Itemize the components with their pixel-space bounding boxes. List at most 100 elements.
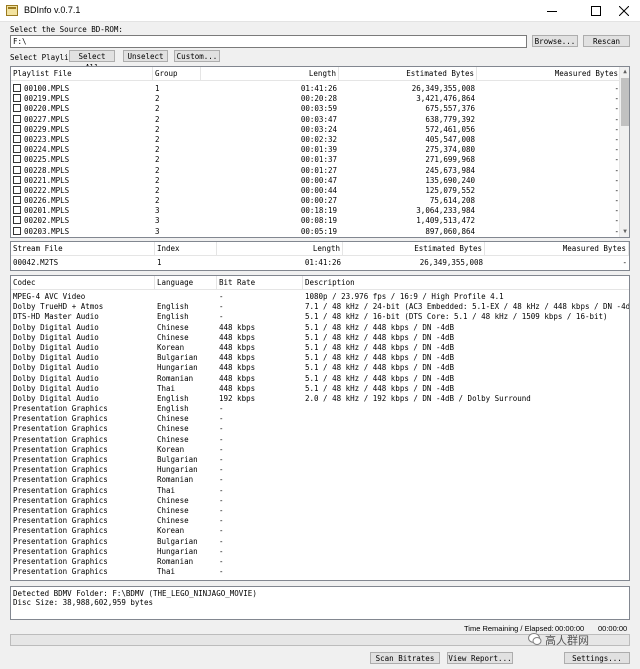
- codec-bit-rate: -: [219, 292, 224, 301]
- codec-row[interactable]: Presentation Graphics Korean -: [11, 445, 629, 455]
- codec-name: Presentation Graphics: [13, 505, 108, 515]
- col-measured-bytes[interactable]: Measured Bytes: [477, 67, 621, 81]
- playlist-row[interactable]: 00224.MPLS 2 00:01:39 275,374,080 -: [11, 145, 621, 155]
- rescan-button[interactable]: Rescan: [583, 35, 630, 47]
- close-button[interactable]: [608, 0, 640, 22]
- codec-row[interactable]: Presentation Graphics Romanian -: [11, 475, 629, 485]
- codec-row[interactable]: Presentation Graphics Chinese -: [11, 435, 629, 445]
- codec-row[interactable]: Presentation Graphics Hungarian -: [11, 465, 629, 475]
- log-box[interactable]: Detected BDMV Folder: F:\BDMV (THE_LEGO_…: [10, 586, 630, 620]
- codec-row[interactable]: Presentation Graphics Bulgarian -: [11, 537, 629, 547]
- codec-row[interactable]: Presentation Graphics Chinese -: [11, 496, 629, 506]
- stream-row[interactable]: 00042.M2TS 1 01:41:26 26,349,355,008 -: [11, 258, 629, 268]
- playlist-checkbox[interactable]: [13, 206, 21, 215]
- col-bit-rate[interactable]: Bit Rate: [217, 276, 303, 290]
- codec-row[interactable]: Presentation Graphics Chinese -: [11, 506, 629, 516]
- playlist-length: 00:20:28: [300, 94, 337, 104]
- codec-row[interactable]: Dolby Digital Audio Romanian 448 kbps 5.1 /…: [11, 374, 629, 384]
- playlist-row[interactable]: 00222.MPLS 2 00:00:44 125,079,552 -: [11, 185, 621, 196]
- playlist-row[interactable]: 00226.MPLS 2 00:00:27 75,614,208 -: [11, 196, 621, 206]
- codec-row[interactable]: Dolby TrueHD + Atmos English - 7.1 / 48 kHz…: [11, 302, 629, 312]
- playlist-checkbox[interactable]: [13, 155, 21, 164]
- codec-row[interactable]: Dolby Digital Audio Bulgarian 448 kbps 5.1 …: [11, 353, 629, 363]
- scroll-down-icon[interactable]: ▼: [620, 227, 629, 237]
- select-all-button[interactable]: Select All: [69, 50, 115, 72]
- playlist-row[interactable]: 00225.MPLS 2 00:01:37 271,699,968 -: [11, 155, 621, 165]
- codec-row[interactable]: Dolby Digital Audio Korean 448 kbps 5.1 / 4…: [11, 343, 629, 353]
- title-bar[interactable]: BDInfo v.0.7.1: [0, 0, 640, 22]
- codec-row[interactable]: Presentation Graphics English -: [11, 404, 629, 414]
- col-stream-estimated[interactable]: Estimated Bytes: [343, 242, 485, 256]
- col-language[interactable]: Language: [155, 276, 217, 290]
- playlist-checkbox[interactable]: [13, 104, 21, 113]
- playlist-row[interactable]: 00219.MPLS 2 00:20:28 3,421,476,864 -: [11, 94, 621, 104]
- col-group[interactable]: Group: [153, 67, 201, 81]
- playlist-checkbox[interactable]: [13, 226, 21, 235]
- playlist-checkbox[interactable]: [13, 94, 21, 103]
- codec-row[interactable]: Presentation Graphics Chinese -: [11, 516, 629, 526]
- codec-row[interactable]: Presentation Graphics Thai -: [11, 486, 629, 496]
- codec-row[interactable]: Presentation Graphics Chinese -: [11, 424, 629, 434]
- col-index[interactable]: Index: [155, 242, 217, 256]
- codec-row[interactable]: Presentation Graphics Thai -: [11, 567, 629, 577]
- playlist-row[interactable]: 00227.MPLS 2 00:03:47 638,779,392 -: [11, 114, 621, 125]
- view-report-button[interactable]: View Report...: [447, 652, 513, 664]
- col-playlist-file[interactable]: Playlist File: [11, 67, 153, 81]
- playlist-file-name: 00225.MPLS: [24, 155, 70, 165]
- source-path-input[interactable]: F:\: [10, 35, 527, 48]
- col-estimated-bytes[interactable]: Estimated Bytes: [339, 67, 477, 81]
- playlist-checkbox[interactable]: [13, 196, 21, 205]
- playlist-row[interactable]: 00203.MPLS 3 00:05:19 897,060,864 -: [11, 226, 621, 237]
- codec-row[interactable]: Presentation Graphics Romanian -: [11, 557, 629, 567]
- codec-description: [303, 424, 629, 434]
- codec-row[interactable]: Dolby Digital Audio Chinese 448 kbps 5.1 / …: [11, 323, 629, 333]
- col-length[interactable]: Length: [201, 67, 339, 81]
- playlist-scrollbar[interactable]: ▲ ▼: [619, 67, 629, 237]
- codec-row[interactable]: DTS-HD Master Audio English - 5.1 / 48 kHz …: [11, 312, 629, 322]
- playlist-checkbox[interactable]: [13, 145, 21, 154]
- col-description[interactable]: Description: [303, 276, 629, 290]
- playlist-row[interactable]: 00202.MPLS 3 00:08:19 1,409,513,472 -: [11, 216, 621, 226]
- codec-row[interactable]: Presentation Graphics Bulgarian -: [11, 455, 629, 465]
- stream-list[interactable]: Stream File Index Length Estimated Bytes…: [10, 241, 630, 271]
- playlist-list[interactable]: Playlist File Group Length Estimated Byt…: [10, 66, 630, 238]
- playlist-checkbox[interactable]: [13, 175, 21, 184]
- codec-row[interactable]: Dolby Digital Audio English 192 kbps 2.0 / …: [11, 394, 629, 404]
- playlist-row[interactable]: 00228.MPLS 2 00:01:27 245,673,984 -: [11, 165, 621, 176]
- playlist-checkbox[interactable]: [13, 134, 21, 143]
- playlist-checkbox[interactable]: [13, 185, 21, 194]
- codec-row[interactable]: MPEG-4 AVC Video - 1080p / 23.976 fps / 16…: [11, 292, 629, 302]
- codec-row[interactable]: Dolby Digital Audio Hungarian 448 kbps 5.1 …: [11, 363, 629, 373]
- playlist-row[interactable]: 00221.MPLS 2 00:00:47 135,690,240 -: [11, 175, 621, 186]
- codec-list[interactable]: Codec Language Bit Rate Description MPEG…: [10, 275, 630, 581]
- playlist-row[interactable]: 00201.MPLS 3 00:18:19 3,064,233,984 -: [11, 206, 621, 216]
- browse-button[interactable]: Browse...: [532, 35, 578, 47]
- playlist-checkbox[interactable]: [13, 124, 21, 133]
- scroll-thumb[interactable]: [621, 78, 629, 126]
- minimize-button[interactable]: [536, 0, 568, 22]
- settings-button[interactable]: Settings...: [564, 652, 630, 664]
- scroll-up-icon[interactable]: ▲: [620, 67, 629, 77]
- col-stream-measured[interactable]: Measured Bytes: [485, 242, 629, 256]
- playlist-row[interactable]: 00223.MPLS 2 00:02:32 405,547,008 -: [11, 134, 621, 145]
- codec-description: [303, 445, 629, 455]
- playlist-checkbox[interactable]: [13, 84, 21, 92]
- playlist-row[interactable]: 00229.MPLS 2 00:03:24 572,461,056 -: [11, 124, 621, 135]
- codec-row[interactable]: Presentation Graphics Hungarian -: [11, 547, 629, 557]
- codec-row[interactable]: Dolby Digital Audio Thai 448 kbps 5.1 / 48 …: [11, 384, 629, 394]
- codec-row[interactable]: Presentation Graphics Chinese -: [11, 414, 629, 424]
- codec-row[interactable]: Dolby Digital Audio Chinese 448 kbps 5.1 / …: [11, 333, 629, 343]
- col-stream-length[interactable]: Length: [217, 242, 343, 256]
- playlist-row[interactable]: 00220.MPLS 2 00:03:59 675,557,376 -: [11, 104, 621, 114]
- codec-row[interactable]: Presentation Graphics Korean -: [11, 526, 629, 536]
- playlist-checkbox[interactable]: [13, 114, 21, 123]
- playlist-checkbox[interactable]: [13, 216, 21, 225]
- col-codec[interactable]: Codec: [11, 276, 155, 290]
- unselect-button[interactable]: Unselect: [123, 50, 168, 62]
- playlist-row[interactable]: 00100.MPLS 1 01:41:26 26,349,355,008 -: [11, 84, 621, 94]
- col-stream-file[interactable]: Stream File: [11, 242, 155, 256]
- playlist-checkbox[interactable]: [13, 165, 21, 174]
- scan-bitrates-button[interactable]: Scan Bitrates: [370, 652, 440, 664]
- playlist-measured-bytes: -: [614, 196, 619, 206]
- custom-button[interactable]: Custom...: [174, 50, 220, 62]
